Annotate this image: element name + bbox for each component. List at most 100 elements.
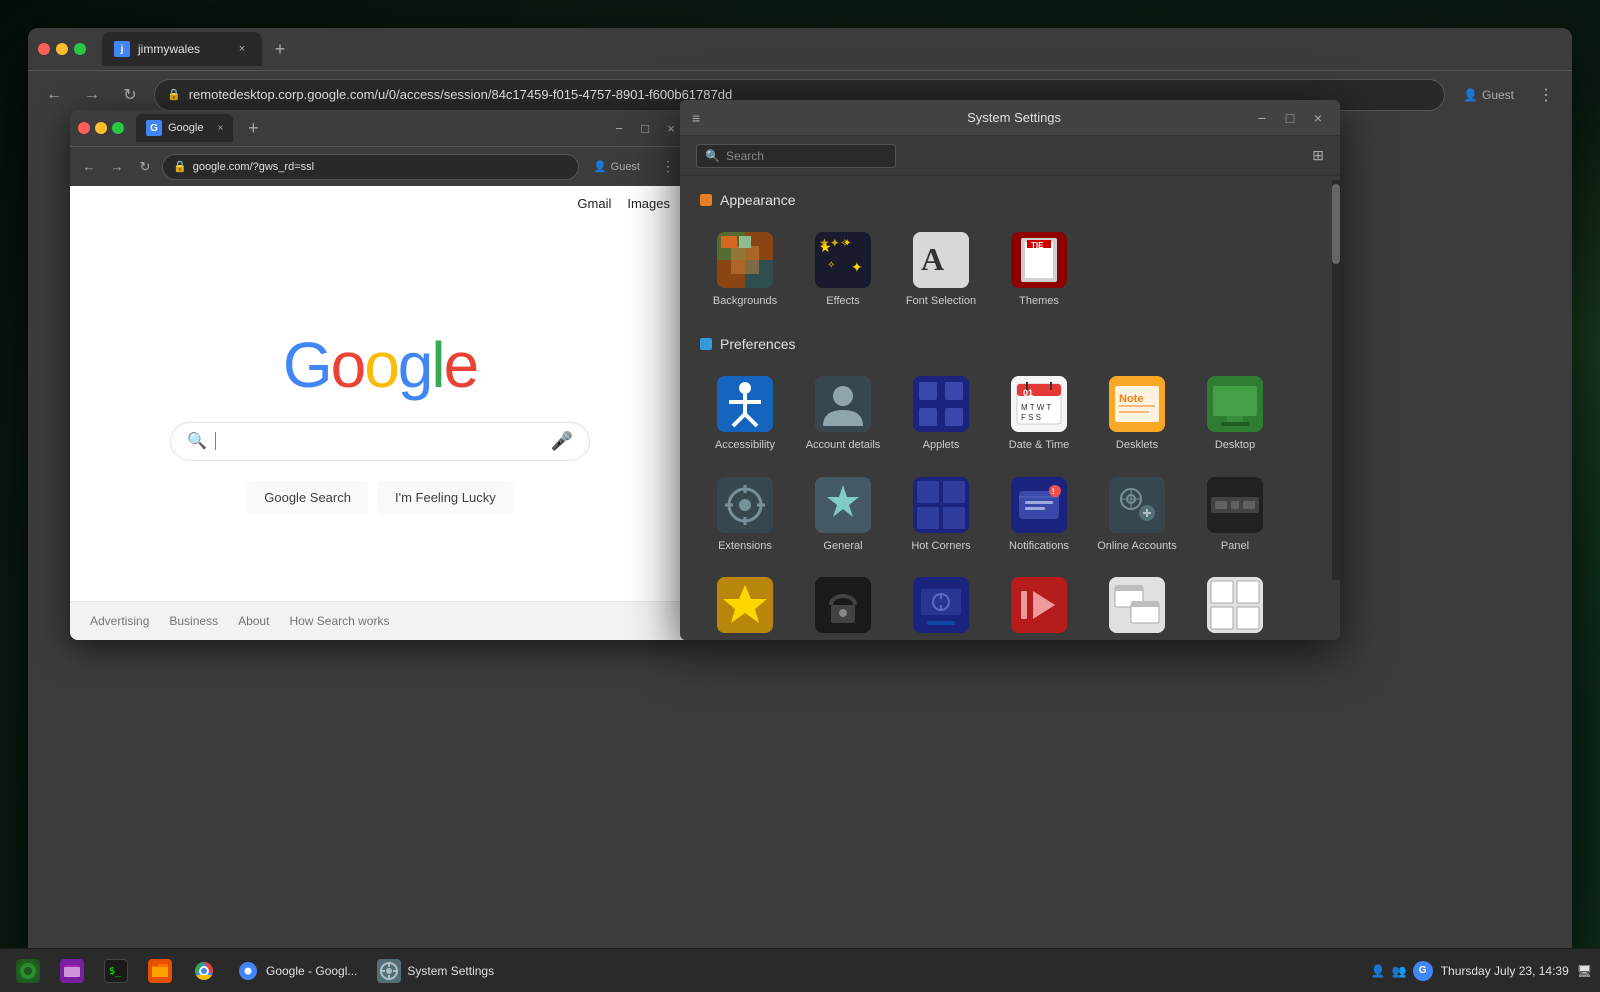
ss-item-date-time[interactable]: 01 M T W T F S S Date & Time (994, 368, 1084, 460)
inner-address-bar[interactable]: 🔒 google.com/?gws_rd=ssl (162, 154, 579, 180)
panel-label: Panel (1221, 539, 1249, 553)
profile-button[interactable]: 👤 Guest (1455, 84, 1522, 106)
taskbar-user-icon[interactable]: 👤 (1371, 964, 1386, 978)
ss-close-btn[interactable]: × (1308, 108, 1328, 128)
ss-minimize-btn[interactable]: − (1252, 108, 1272, 128)
ss-item-font-selection[interactable]: A Font Selection (896, 224, 986, 316)
inner-menu-btn[interactable]: ⋮ (654, 153, 682, 181)
inner-minimize-win-btn[interactable]: − (608, 117, 630, 139)
active-tab[interactable]: j jimmywales × (102, 32, 262, 66)
ss-item-applets[interactable]: Applets (896, 368, 986, 460)
tab-favicon: j (114, 41, 130, 57)
taskbar-system-icons: 👤 👥 G (1371, 961, 1433, 981)
taskbar-display-icon[interactable]: 🖥 (1577, 964, 1592, 978)
ss-item-preferred-applications[interactable]: Preferred Applications (700, 569, 790, 640)
profile-label: Guest (1482, 88, 1514, 102)
taskbar-google-task[interactable]: Google - Googl... (228, 953, 365, 989)
inner-tab-close[interactable]: × (217, 123, 223, 134)
advertising-link[interactable]: Advertising (90, 614, 149, 628)
ss-titlebar: ≡ System Settings − □ × (680, 100, 1340, 136)
tab-close-button[interactable]: × (234, 41, 250, 57)
taskbar-network-icon[interactable]: 👥 (1392, 964, 1407, 978)
ss-item-effects[interactable]: ★ ✦ ✧ ✦ Effects (798, 224, 888, 316)
ss-item-windows[interactable]: Windows (1092, 569, 1182, 640)
reload-button[interactable]: ↻ (116, 81, 144, 109)
google-search-bar[interactable]: 🔍 🎤 (170, 422, 590, 461)
search-cursor (215, 432, 216, 450)
cinnamon-menu-icon (16, 959, 40, 983)
inner-profile-btn[interactable]: 👤 Guest (585, 156, 648, 177)
ss-item-backgrounds[interactable]: Backgrounds (700, 224, 790, 316)
ss-item-general[interactable]: General (798, 469, 888, 561)
ss-item-extensions[interactable]: Extensions (700, 469, 790, 561)
profile-icon: 👤 (1463, 88, 1478, 102)
google-search-icon: 🔍 (187, 431, 207, 451)
window-tiling-label: Window Tiling (1201, 639, 1269, 640)
windows-label: Windows (1115, 639, 1160, 640)
ss-content: Appearance Backgrounds (680, 176, 1340, 640)
ss-menu-icon[interactable]: ≡ (692, 110, 700, 126)
close-button-outer[interactable] (38, 43, 50, 55)
minimize-button-outer[interactable] (56, 43, 68, 55)
windows-icon (1109, 577, 1165, 633)
google-search-button[interactable]: Google Search (247, 481, 368, 514)
inner-maximize-button[interactable] (112, 122, 124, 134)
taskbar-file-manager[interactable] (52, 953, 92, 989)
mic-icon[interactable]: 🎤 (551, 431, 573, 452)
chrome-menu-button[interactable]: ⋮ (1532, 81, 1560, 109)
taskbar-terminal[interactable]: $_ (96, 953, 136, 989)
business-link[interactable]: Business (169, 614, 218, 628)
svg-text:F S S: F S S (1021, 413, 1041, 422)
ss-item-panel[interactable]: Panel (1190, 469, 1280, 561)
ss-item-account-details[interactable]: Account details (798, 368, 888, 460)
inner-maximize-win-btn[interactable]: □ (634, 117, 656, 139)
inner-back-btn[interactable]: ← (78, 156, 100, 178)
taskbar: $_ (0, 948, 1600, 992)
ss-item-accessibility[interactable]: Accessibility (700, 368, 790, 460)
ss-item-hot-corners[interactable]: Hot Corners (896, 469, 986, 561)
svg-text:M T W T: M T W T (1021, 403, 1051, 412)
images-link[interactable]: Images (627, 196, 670, 211)
system-settings-task-label: System Settings (407, 964, 494, 978)
chrome-titlebar: j jimmywales × + (28, 28, 1572, 70)
ss-item-notifications[interactable]: ! Notifications (994, 469, 1084, 561)
ss-item-online-accounts[interactable]: Online Accounts (1092, 469, 1182, 561)
inner-forward-btn[interactable]: → (106, 156, 128, 178)
ss-item-desklets[interactable]: Note Desklets (1092, 368, 1182, 460)
ss-scrollbar[interactable] (1332, 180, 1340, 580)
about-link[interactable]: About (238, 614, 269, 628)
ss-item-screensaver[interactable]: Screensaver (896, 569, 986, 640)
feeling-lucky-button[interactable]: I'm Feeling Lucky (378, 481, 513, 514)
ss-toolbar-icon[interactable]: ⊞ (1312, 147, 1324, 164)
inner-close-win-btn[interactable]: × (660, 117, 682, 139)
inner-active-tab[interactable]: G Google × (136, 114, 233, 142)
ss-item-themes[interactable]: TIE Themes (994, 224, 1084, 316)
inner-reload-btn[interactable]: ↻ (134, 156, 156, 178)
ss-item-desktop[interactable]: Desktop (1190, 368, 1280, 460)
effects-label: Effects (826, 294, 859, 308)
ss-item-startup-applications[interactable]: Startup Applications (994, 569, 1084, 640)
preferences-label: Preferences (720, 336, 795, 352)
ss-item-window-tiling[interactable]: Window Tiling (1190, 569, 1280, 640)
backgrounds-icon (717, 232, 773, 288)
taskbar-cinnamon-menu[interactable] (8, 953, 48, 989)
privacy-label: Privacy (825, 639, 861, 640)
how-search-works-link[interactable]: How Search works (289, 614, 389, 628)
taskbar-files[interactable] (140, 953, 180, 989)
new-tab-button[interactable]: + (266, 35, 294, 63)
ss-search-bar[interactable]: 🔍 Search (696, 144, 896, 168)
taskbar-google-icon[interactable]: G (1413, 961, 1433, 981)
taskbar-chrome-browser[interactable] (184, 953, 224, 989)
ss-scrollbar-thumb[interactable] (1332, 184, 1340, 264)
preferences-section-title: Preferences (700, 336, 1320, 352)
inner-minimize-button[interactable] (95, 122, 107, 134)
back-button[interactable]: ← (40, 81, 68, 109)
forward-button[interactable]: → (78, 81, 106, 109)
ss-maximize-btn[interactable]: □ (1280, 108, 1300, 128)
inner-new-tab-button[interactable]: + (239, 114, 267, 142)
maximize-button-outer[interactable] (74, 43, 86, 55)
svg-text:!: ! (1052, 487, 1055, 496)
ss-item-privacy[interactable]: Privacy (798, 569, 888, 640)
taskbar-system-settings-task[interactable]: System Settings (369, 953, 502, 989)
inner-close-button[interactable] (78, 122, 90, 134)
